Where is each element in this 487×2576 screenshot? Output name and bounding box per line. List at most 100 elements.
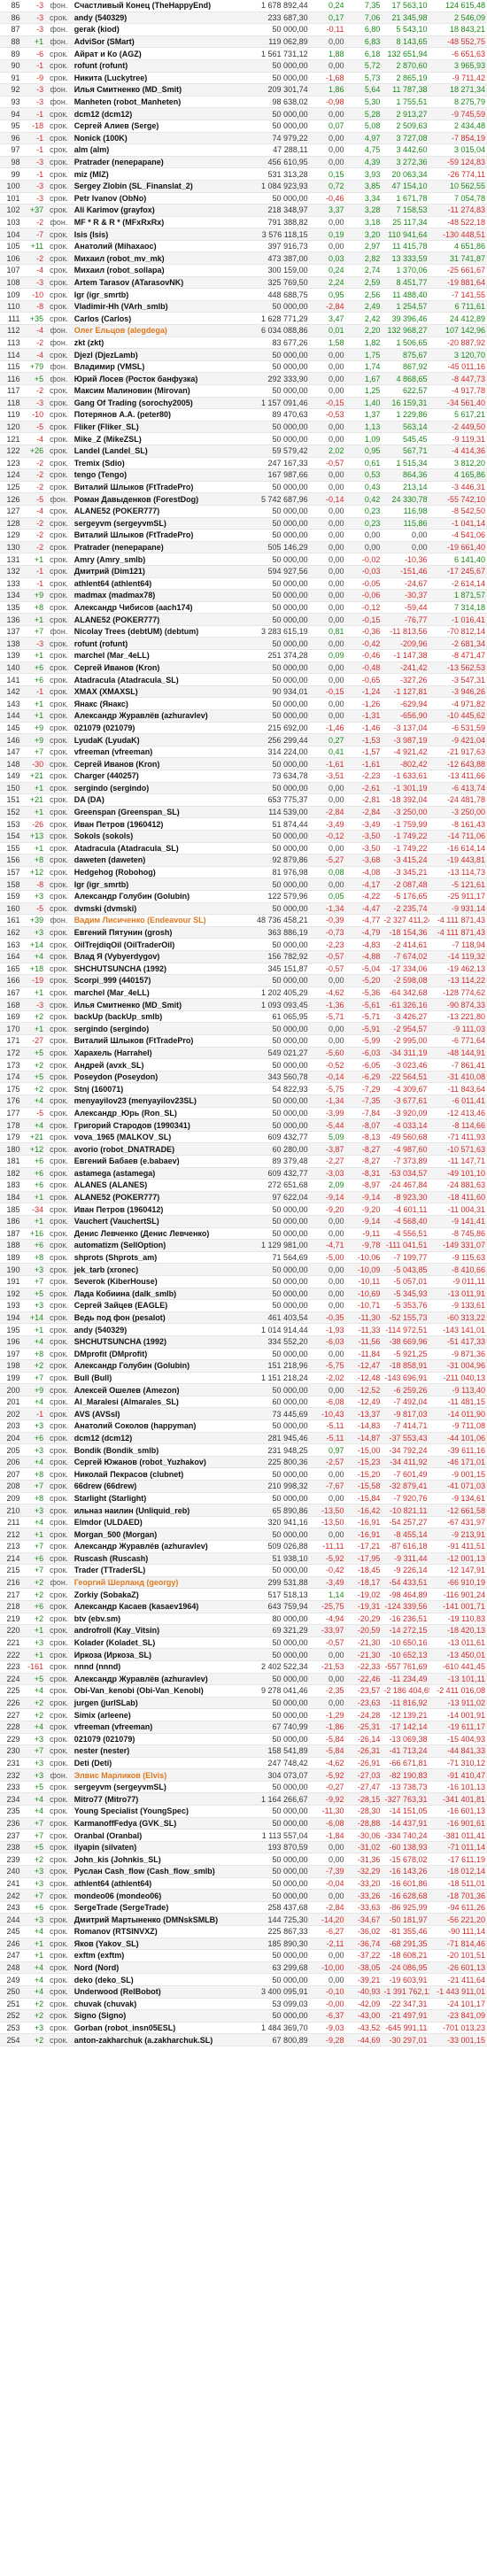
- participant-name-link[interactable]: Руслан Cash_flow (Cash_flow_smlb): [72, 1865, 232, 1878]
- table-row[interactable]: 135 +8 срок. Александр Чибисов (aach174) 50 …: [0, 601, 487, 615]
- table-row[interactable]: 203 +3 срок. Анатолий Соколов (happyman) 50 …: [0, 1420, 487, 1433]
- participant-name-link[interactable]: Vladimir-Hh (VArh_smlb): [72, 300, 232, 313]
- participant-name-link[interactable]: Morgan_500 (Morgan): [72, 1528, 232, 1541]
- table-row[interactable]: 157 +12 срок. Hedgehog (Robohog) 81 976,98 0,…: [0, 866, 487, 879]
- participant-name-link[interactable]: Дмитрий Мартыненко (DMNskSMLB): [72, 1913, 232, 1926]
- participant-name-link[interactable]: John_kis (Johnkis_SL): [72, 1853, 232, 1867]
- participant-name-link[interactable]: Tremix (Sdio): [72, 457, 232, 470]
- participant-name-link[interactable]: DA (DA): [72, 793, 232, 807]
- participant-name-link[interactable]: Landel (Landel_SL): [72, 445, 232, 458]
- participant-name-link[interactable]: Young Specialist (YoungSpec): [72, 1805, 232, 1818]
- participant-name-link[interactable]: Виталий Шлыков (FtTradePro): [72, 1034, 232, 1048]
- participant-name-link[interactable]: Никита (Luckytree): [72, 72, 232, 85]
- participant-name-link[interactable]: jek_tarb (xronec): [72, 1263, 232, 1276]
- table-row[interactable]: 223 -161 срок. nnnd (nnnd) 2 402 522,34 -21,5…: [0, 1660, 487, 1674]
- table-row[interactable]: 140 +6 срок. Сергей Иванов (Kron) 50 000,00 0…: [0, 661, 487, 675]
- table-row[interactable]: 121 -4 срок. Mike_Z (MikeZSL) 50 000,00 0,00 1…: [0, 432, 487, 445]
- participant-name-link[interactable]: rofunt (rofunt): [72, 637, 232, 651]
- table-row[interactable]: 200 +9 срок. Алексей Ошелев (Amezon) 50 000,…: [0, 1383, 487, 1396]
- table-row[interactable]: 207 +8 срок. Николай Пекрасов (clubnet) 50 0…: [0, 1467, 487, 1481]
- participant-name-link[interactable]: Олег Ельцов (alegdega): [72, 324, 232, 337]
- table-row[interactable]: 168 -3 срок. Илья Смитненко (MD_Smit) 1 093 …: [0, 998, 487, 1011]
- table-row[interactable]: 172 +5 срок. Харахель (Нагrahel) 549 021,27-…: [0, 1047, 487, 1060]
- table-row[interactable]: 132 -1 срок. Дмитрий (Dim121) 594 927,56 0,00…: [0, 565, 487, 578]
- participant-name-link[interactable]: athlent64 (athlent64): [72, 1877, 232, 1891]
- table-row[interactable]: 114 -4 срок. Djezl (DjezLamb) 50 000,00 0,00 1…: [0, 348, 487, 361]
- table-row[interactable]: 253 +3 срок. Gorban (robot_insn05ESL) 1 484 …: [0, 2022, 487, 2035]
- table-row[interactable]: 218 +6 срок. Александр Касаев (kasaev1964) 6…: [0, 1600, 487, 1613]
- table-row[interactable]: 162 +3 срок. Евгений Пятунин (grosh) 363 886…: [0, 926, 487, 940]
- participant-name-link[interactable]: Mike_Z (MikeZSL): [72, 432, 232, 445]
- participant-name-link[interactable]: Elmdor (ULDAED): [72, 1516, 232, 1529]
- participant-name-link[interactable]: Al_Maralesi (Almarales_SL): [72, 1396, 232, 1409]
- participant-name-link[interactable]: SHCHUTSUNCHA (1992): [72, 1335, 232, 1349]
- participant-name-link[interactable]: Евгений Пятунин (grosh): [72, 926, 232, 940]
- table-row[interactable]: 161 +39 фон. Вадим Лисиченко (Endeavour SL)…: [0, 914, 487, 927]
- table-row[interactable]: 208 +7 срок. 66drew (66drew) 210 998,32 -7,67…: [0, 1480, 487, 1493]
- table-row[interactable]: 249 +4 срок. deko (deko_SL) 50 000,00 0,00 -39…: [0, 1973, 487, 1986]
- participant-name-link[interactable]: Igr (igr_smrtb): [72, 288, 232, 301]
- table-row[interactable]: 185 -34 срок. Иван Петров (1960412) 50 000,0…: [0, 1203, 487, 1216]
- participant-name-link[interactable]: Сергей Иванов (Kron): [72, 661, 232, 675]
- table-row[interactable]: 196 +4 срок. SHCHUTSUNCHA (1992) 334 552,20-…: [0, 1335, 487, 1349]
- table-row[interactable]: 205 +3 срок. Bondik (Bondik_smlb) 231 948,25…: [0, 1443, 487, 1457]
- table-row[interactable]: 234 +4 срок. Mitro77 (Mitro77) 1 164 266,67-…: [0, 1792, 487, 1806]
- participant-name-link[interactable]: Александр Журавлёв (azhuravlev): [72, 709, 232, 723]
- participant-name-link[interactable]: sergeyvm (sergeyvmSL): [72, 517, 232, 530]
- participant-name-link[interactable]: Atadracula (Atadracula_SL): [72, 842, 232, 855]
- participant-name-link[interactable]: Deti (Deti): [72, 1757, 232, 1770]
- participant-name-link[interactable]: Pratrader (nenepapane): [72, 541, 232, 554]
- participant-name-link[interactable]: backUp (backUp_smlb): [72, 1010, 232, 1024]
- table-row[interactable]: 153 -26 срок. Иван Петров (1960412) 51 874,4…: [0, 817, 487, 831]
- participant-name-link[interactable]: Bull (Bull): [72, 1372, 232, 1385]
- participant-name-link[interactable]: Underwood (RelBobot): [72, 1985, 232, 1999]
- participant-name-link[interactable]: Oranbal (Oranbal): [72, 1829, 232, 1842]
- participant-name-link[interactable]: Иван Петров (1960412): [72, 1203, 232, 1216]
- participant-name-link[interactable]: madmax (madmax78): [72, 589, 232, 602]
- table-row[interactable]: 215 +7 срок. Trader (TTraderSL) 50 000,00 -0,…: [0, 1564, 487, 1577]
- table-row[interactable]: 152 +1 срок. Greenspan (Greenspan_SL) 114 53…: [0, 806, 487, 819]
- participant-name-link[interactable]: Сергей Алиев (Serge): [72, 120, 232, 133]
- table-row[interactable]: 154 +13 срок. Sokols (sokols) 50 000,00 -0,12…: [0, 830, 487, 843]
- participant-name-link[interactable]: nnnd (nnnd): [72, 1660, 232, 1674]
- participant-name-link[interactable]: miz (MIZ): [72, 167, 232, 181]
- participant-name-link[interactable]: tengo (Tengo): [72, 468, 232, 482]
- participant-name-link[interactable]: Signo (Signo): [72, 2009, 232, 2023]
- participant-name-link[interactable]: vfreeman (vfreeman): [72, 746, 232, 759]
- participant-name-link[interactable]: AdviSor (SMart): [72, 35, 232, 49]
- participant-name-link[interactable]: Владимир (VMSL): [72, 360, 232, 374]
- table-row[interactable]: 136 +1 срок. ALANE52 (POKER777) 50 000,00 0,0…: [0, 613, 487, 626]
- table-row[interactable]: 93 -3 фон. Manheten (robot_Manheten) 98 638,…: [0, 96, 487, 109]
- participant-name-link[interactable]: Mitro77 (Mitro77): [72, 1792, 232, 1806]
- participant-name-link[interactable]: 021079 (021079): [72, 722, 232, 735]
- participant-name-link[interactable]: Сергей Зайцев (EAGLE): [72, 1299, 232, 1312]
- table-row[interactable]: 225 +4 срок. Obi-Van_kenobi (Obi-Van_Kenobi…: [0, 1684, 487, 1698]
- participant-name-link[interactable]: sergeyvm (sergeyvmSL): [72, 1781, 232, 1794]
- participant-name-link[interactable]: Poseydon (Poseydon): [72, 1071, 232, 1084]
- participant-name-link[interactable]: Amry (Amry_smlb): [72, 553, 232, 566]
- table-row[interactable]: 195 +1 срок. andy (540329) 1 014 914,44 -1,93…: [0, 1323, 487, 1336]
- participant-name-link[interactable]: KarmanoffFedya (GVK_SL): [72, 1817, 232, 1830]
- table-row[interactable]: 95 -18 срок. Сергей Алиев (Serge) 50 000,00 0…: [0, 120, 487, 133]
- table-row[interactable]: 122 +26 срок. Landel (Landel_SL) 59 579,42 2,…: [0, 445, 487, 458]
- table-row[interactable]: 106 -2 срок. Михаил (robot_mv_mk) 473 387,00…: [0, 251, 487, 266]
- participant-name-link[interactable]: Анатолий Соколов (happyman): [72, 1420, 232, 1433]
- table-row[interactable]: 159 +3 срок. Александр Голубин (Golubin) 122…: [0, 890, 487, 903]
- table-row[interactable]: 201 +4 срок. Al_Maralesi (Almarales_SL) 60 0…: [0, 1396, 487, 1409]
- table-row[interactable]: 129 -2 срок. Виталий Шлыков (FtTradePro) 50 …: [0, 529, 487, 542]
- table-row[interactable]: 90 -1 срок. rofunt (rofunt) 50 000,00 0,00 5,7…: [0, 59, 487, 73]
- participant-name-link[interactable]: Obi-Van_kenobi (Obi-Van_Kenobi): [72, 1684, 232, 1698]
- participant-name-link[interactable]: Greenspan (Greenspan_SL): [72, 806, 232, 819]
- participant-name-link[interactable]: Яков (Yakov_SL): [72, 1938, 232, 1951]
- participant-name-link[interactable]: Сергей Иванов (Kron): [72, 757, 232, 770]
- participant-name-link[interactable]: Николай Пекрасов (clubnet): [72, 1467, 232, 1481]
- participant-name-link[interactable]: exftm (exftm): [72, 1949, 232, 1962]
- participant-name-link[interactable]: Денис Левченко (Денис Левченко): [72, 1227, 232, 1241]
- participant-name-link[interactable]: Ruscash (Ruscash): [72, 1552, 232, 1566]
- table-row[interactable]: 118 -3 срок. Gang Of Trading (sorochy2005) 1…: [0, 397, 487, 410]
- participant-name-link[interactable]: vova_1965 (MALKOV_SL): [72, 1131, 232, 1144]
- table-row[interactable]: 104 -7 срок. Isis (Isis) 3 576 118,15 0,19 3,2…: [0, 228, 487, 241]
- participant-name-link[interactable]: androfroll (Kay_Vitsin): [72, 1624, 232, 1637]
- participant-name-link[interactable]: Александр Журавлёв (azhuravlev): [72, 1673, 232, 1686]
- table-row[interactable]: 88 +1 фон. AdviSor (SMart) 119 062,89 0,00 6,8…: [0, 35, 487, 49]
